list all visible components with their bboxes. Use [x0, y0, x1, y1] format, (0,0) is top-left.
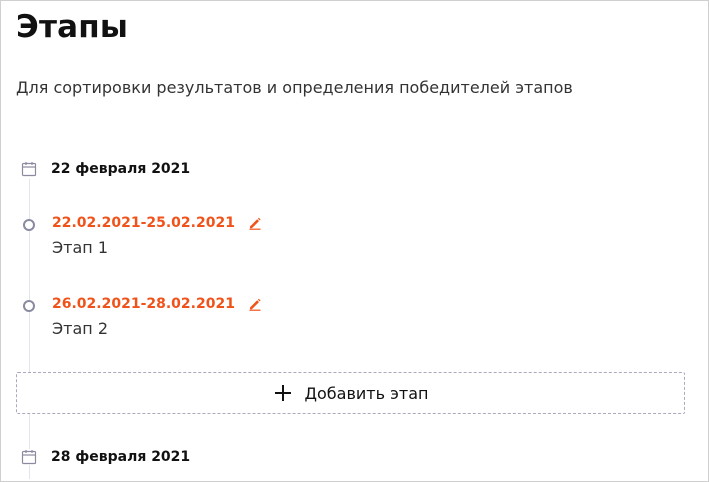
- stage-marker-icon: [23, 300, 35, 312]
- date-group-header: 22 февраля 2021: [21, 159, 190, 179]
- stage-marker-icon: [23, 219, 35, 231]
- stage-dates-link[interactable]: 22.02.2021-25.02.2021: [52, 213, 235, 233]
- stage-dates-row: 22.02.2021-25.02.2021: [52, 213, 262, 233]
- page-title: Этапы: [16, 9, 129, 45]
- stage-name: Этап 1: [52, 238, 109, 257]
- page-subtitle: Для сортировки результатов и определения…: [16, 78, 573, 97]
- stage-dates-row: 26.02.2021-28.02.2021: [52, 294, 262, 314]
- stage-name: Этап 2: [52, 319, 109, 338]
- add-stage-label: Добавить этап: [304, 383, 429, 403]
- plus-icon: [273, 383, 293, 403]
- pencil-icon[interactable]: [248, 297, 262, 311]
- calendar-icon: [21, 161, 37, 177]
- add-stage-button[interactable]: Добавить этап: [16, 372, 685, 414]
- calendar-icon: [21, 449, 37, 465]
- date-group-header: 28 февраля 2021: [21, 447, 190, 467]
- date-label: 22 февраля 2021: [51, 161, 191, 177]
- pencil-icon[interactable]: [248, 216, 262, 230]
- stages-panel: Этапы Для сортировки результатов и опред…: [0, 0, 709, 482]
- stage-dates-link[interactable]: 26.02.2021-28.02.2021: [52, 294, 235, 314]
- date-label: 28 февраля 2021: [51, 449, 191, 465]
